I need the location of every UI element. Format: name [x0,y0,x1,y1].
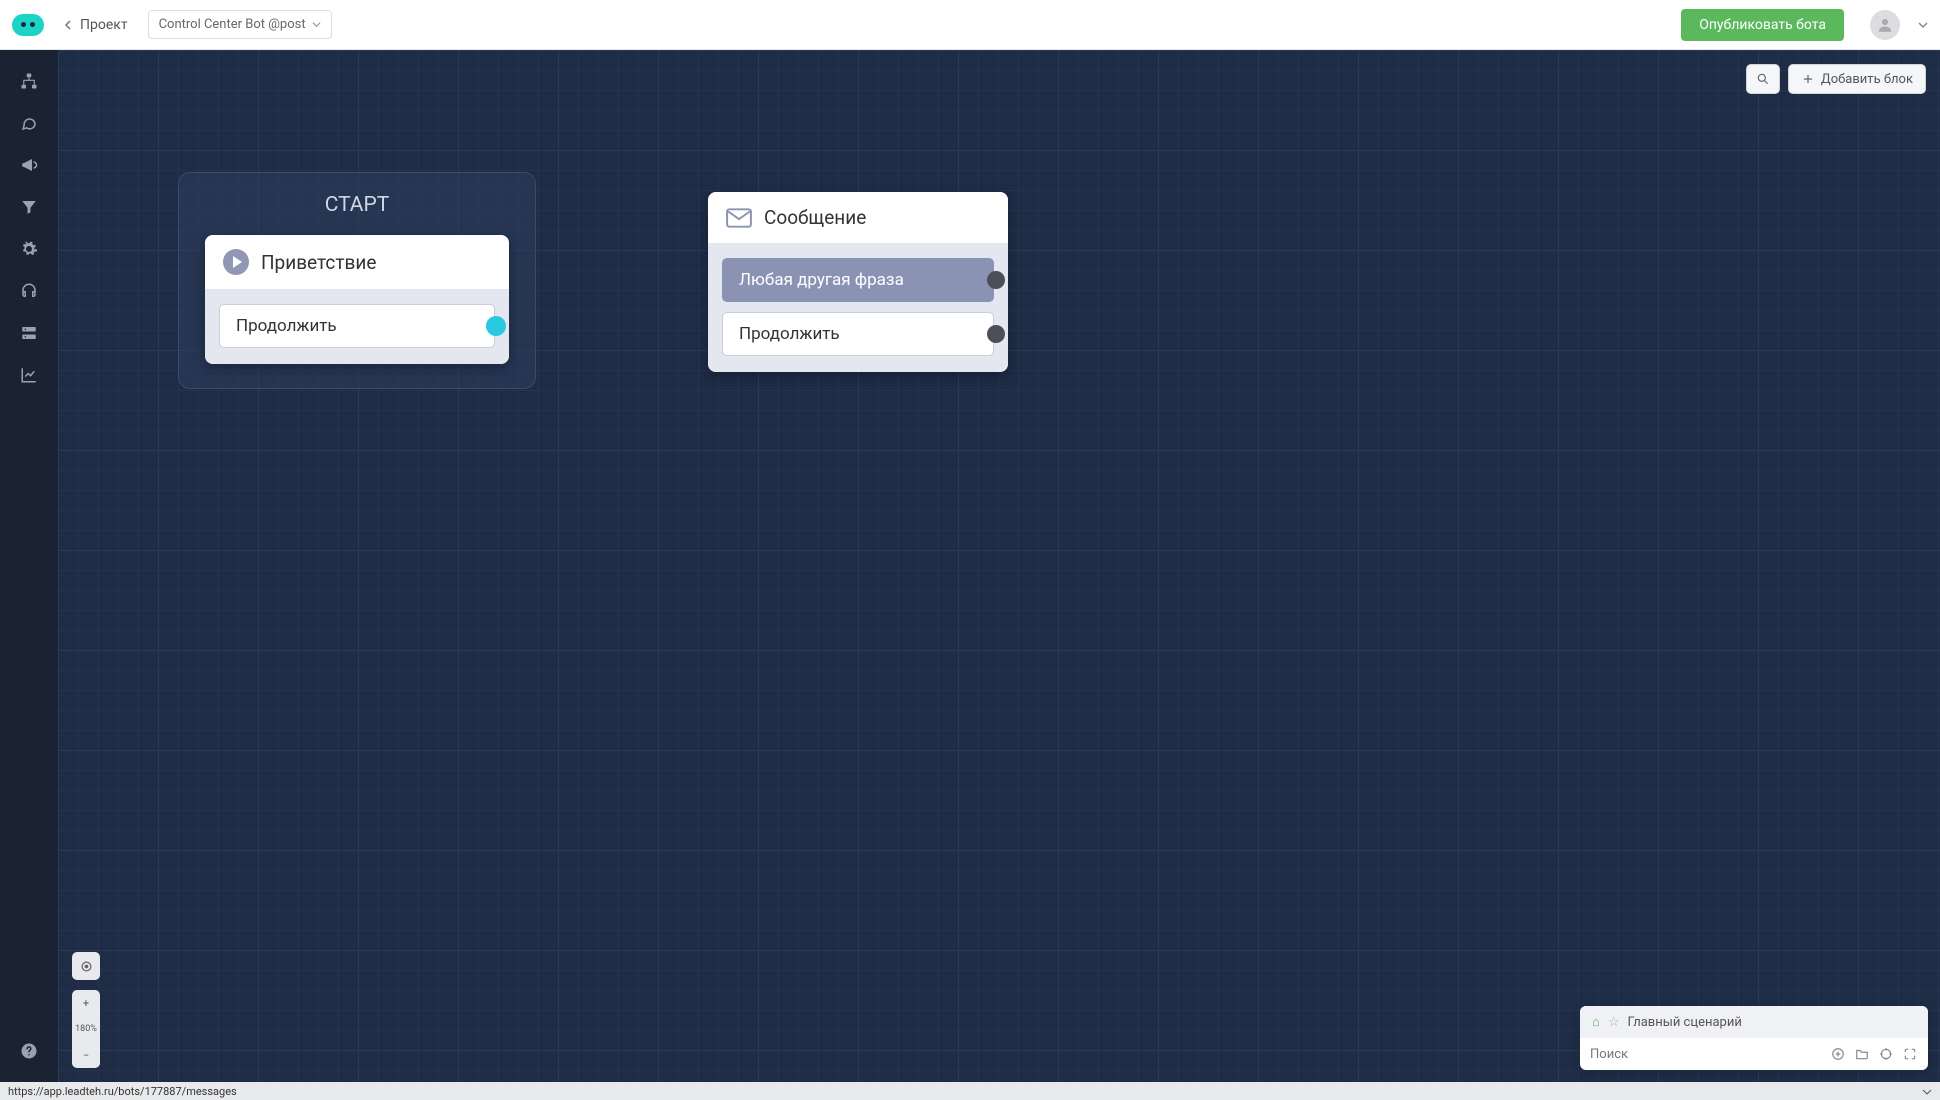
add-block-label: Добавить блок [1821,72,1913,87]
message-node-title: Сообщение [764,206,866,229]
left-sidebar: Сообщения [0,50,58,1082]
scenario-search-row [1580,1038,1928,1070]
zoom-in-button[interactable]: + [72,990,100,1016]
plus-icon [1801,72,1815,86]
add-scenario-button[interactable] [1830,1046,1846,1062]
sidebar-item-broadcast[interactable] [8,146,50,184]
flow-canvas[interactable]: Добавить блок СТАРТ Приветствие [58,50,1940,1082]
bot-selector-dropdown[interactable]: Control Center Bot @post [148,10,332,39]
play-icon [223,249,249,275]
zoom-out-button[interactable]: − [72,1042,100,1068]
option-label: Продолжить [739,324,840,344]
back-label: Проект [80,17,128,33]
message-option-any[interactable]: Любая другая фраза [722,258,994,302]
fit-view-button[interactable] [72,952,100,980]
scenario-label: Главный сценарий [1628,1015,1742,1030]
sidebar-item-filter[interactable] [8,188,50,226]
app-logo [12,14,44,36]
message-node-header: Сообщение [708,192,1008,244]
search-icon [1756,72,1770,86]
app-header: Проект Control Center Bot @post Опублико… [0,0,1940,50]
start-group[interactable]: СТАРТ Приветствие Продолжить [178,172,536,389]
output-port[interactable] [987,271,1005,289]
message-node[interactable]: Сообщение Любая другая фраза Продолжить [708,192,1008,372]
target-icon [79,959,94,974]
user-icon [1876,16,1894,34]
chat-icon [20,114,38,132]
sidebar-item-analytics[interactable] [8,356,50,394]
greeting-node-body: Продолжить [205,290,509,364]
zoom-level-label: 180% [72,1016,100,1042]
envelope-icon [726,208,752,228]
headset-icon [20,282,38,300]
publish-bot-button[interactable]: Опубликовать бота [1681,9,1844,41]
search-canvas-button[interactable] [1746,64,1780,94]
sidebar-item-support[interactable] [8,272,50,310]
bot-name: Control Center Bot @post [159,17,306,32]
gear-icon [20,240,38,258]
option-label: Любая другая фраза [739,270,904,290]
sidebar-item-messages[interactable] [8,104,50,142]
back-to-project-button[interactable]: Проект [56,13,136,37]
sitemap-icon [20,72,38,90]
option-label: Продолжить [236,316,337,336]
sidebar-item-structure[interactable] [8,62,50,100]
greeting-node-header: Приветствие [205,235,509,290]
scenario-row[interactable]: ⌂ ☆ Главный сценарий [1580,1006,1928,1038]
chart-icon [20,366,38,384]
status-url: https://app.leadteh.ru/bots/177887/messa… [8,1085,237,1098]
scenario-panel: ⌂ ☆ Главный сценарий [1580,1006,1928,1070]
sidebar-item-help[interactable] [8,1032,50,1070]
folder-button[interactable] [1854,1046,1870,1062]
scroll-indicator-icon [1922,1086,1932,1096]
zoom-controls: + 180% − [72,952,100,1068]
arrow-left-icon [64,20,74,30]
output-port[interactable] [987,325,1005,343]
message-node-wrapper: Сообщение Любая другая фраза Продолжить [708,192,1008,372]
main-area: Сообщения Добавить блок СТАРТ [0,50,1940,1082]
server-icon [20,324,38,342]
chevron-down-icon [312,20,321,29]
scenario-search-input[interactable] [1590,1047,1822,1062]
user-menu-caret-icon[interactable] [1918,20,1928,30]
funnel-icon [20,198,38,216]
user-avatar[interactable] [1870,10,1900,40]
expand-button[interactable] [1902,1046,1918,1062]
greeting-node-title: Приветствие [261,251,376,274]
zoom-group: + 180% − [72,990,100,1068]
home-icon: ⌂ [1592,1014,1600,1030]
output-port[interactable] [486,316,506,336]
star-icon: ☆ [1608,1015,1620,1030]
message-node-body: Любая другая фраза Продолжить [708,244,1008,372]
start-group-title: СТАРТ [205,193,509,217]
greeting-node[interactable]: Приветствие Продолжить [205,235,509,364]
locate-button[interactable] [1878,1046,1894,1062]
message-option-continue[interactable]: Продолжить [722,312,994,356]
megaphone-icon [20,156,38,174]
sidebar-item-data[interactable] [8,314,50,352]
sidebar-item-settings[interactable] [8,230,50,268]
question-icon [20,1042,38,1060]
greeting-option-continue[interactable]: Продолжить [219,304,495,348]
canvas-toolbar: Добавить блок [1746,64,1926,94]
browser-statusbar: https://app.leadteh.ru/bots/177887/messa… [0,1082,1940,1100]
add-block-button[interactable]: Добавить блок [1788,64,1926,94]
